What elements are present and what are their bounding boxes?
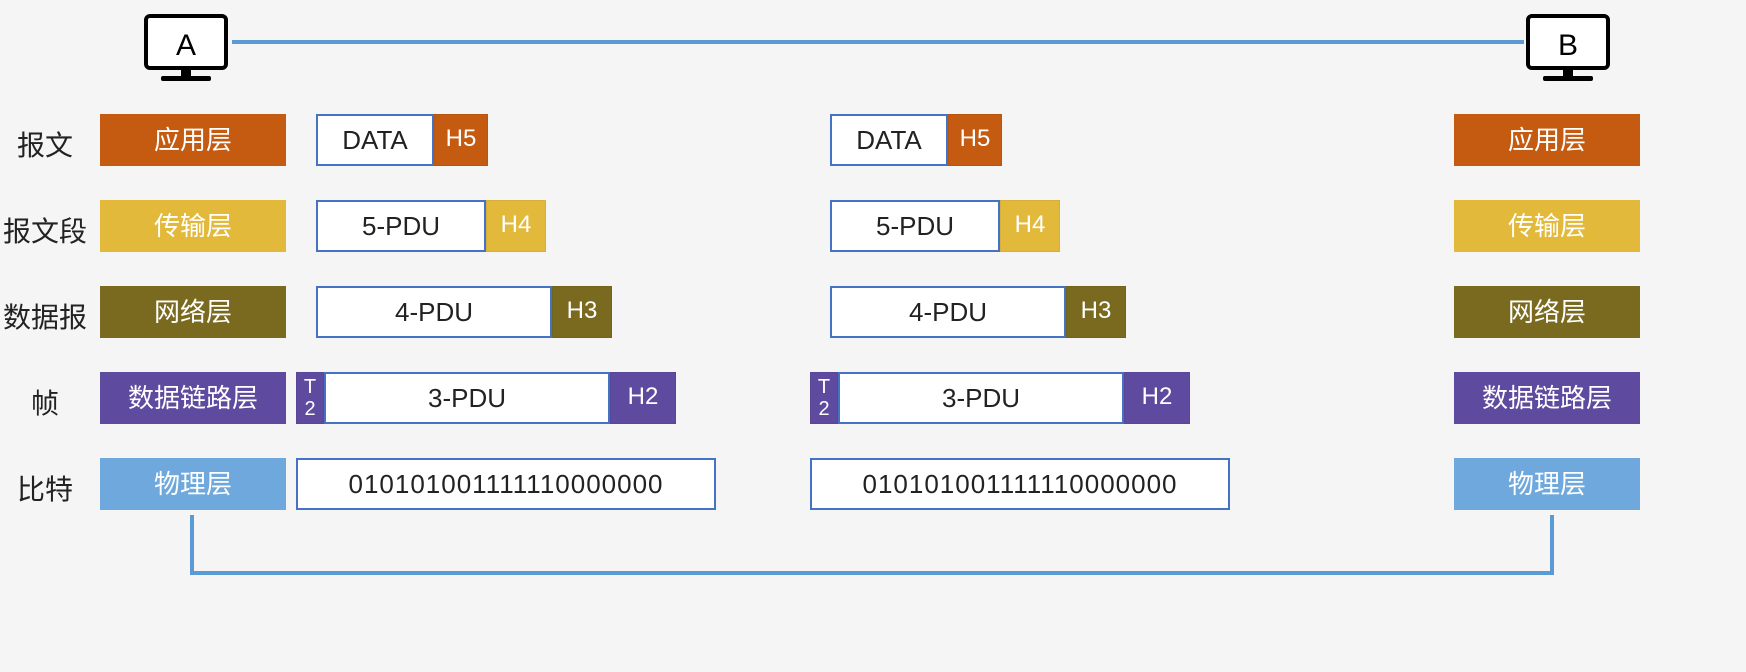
a-pdu-datalink: T 2 3-PDU H2 [296,372,676,424]
b-pdu-app-h5: H5 [948,114,1002,166]
b-pdu-h4: H4 [1000,200,1060,252]
row-label-frame: 帧 [0,382,90,422]
b-pdu-app: DATA H5 [830,114,1002,166]
row-label-datagram: 数据报 [0,296,90,336]
b-pdu-5pdu: 5-PDU [830,200,1000,252]
row-label-segment: 报文段 [0,210,90,250]
b-layer-physical: 物理层 [1454,458,1640,510]
row-label-message: 报文 [0,124,90,164]
b-pdu-t2: T 2 [810,372,838,424]
network-link-line [232,40,1524,44]
a-layer-network: 网络层 [100,286,286,338]
diagram-stage: A B 报文 报文段 数据报 帧 比特 应用层 传输层 网络层 数据链路层 物理… [0,0,1746,672]
physical-medium-line [190,515,1554,575]
b-layer-application: 应用层 [1454,114,1640,166]
a-pdu-app-data: DATA [316,114,434,166]
b-pdu-h3: H3 [1066,286,1126,338]
b-layer-datalink: 数据链路层 [1454,372,1640,424]
a-pdu-physical: 010101001111110000000 [296,458,716,510]
b-pdu-bits: 010101001111110000000 [810,458,1230,510]
a-layer-datalink: 数据链路层 [100,372,286,424]
b-pdu-app-data: DATA [830,114,948,166]
a-pdu-h4: H4 [486,200,546,252]
a-pdu-bits: 010101001111110000000 [296,458,716,510]
a-pdu-3pdu: 3-PDU [324,372,610,424]
a-pdu-h2: H2 [610,372,676,424]
host-b-label: B [1526,14,1610,70]
a-layer-transport: 传输层 [100,200,286,252]
b-pdu-physical: 010101001111110000000 [810,458,1230,510]
a-pdu-5pdu: 5-PDU [316,200,486,252]
row-label-bit: 比特 [0,468,90,508]
host-a-label: A [144,14,228,70]
a-pdu-h3: H3 [552,286,612,338]
b-pdu-4pdu: 4-PDU [830,286,1066,338]
b-pdu-h2: H2 [1124,372,1190,424]
b-layer-network: 网络层 [1454,286,1640,338]
host-b-icon: B [1526,14,1610,84]
a-pdu-app-h5: H5 [434,114,488,166]
a-pdu-transport: 5-PDU H4 [316,200,546,252]
b-pdu-datalink: T 2 3-PDU H2 [810,372,1190,424]
a-pdu-4pdu: 4-PDU [316,286,552,338]
a-pdu-app: DATA H5 [316,114,488,166]
a-layer-physical: 物理层 [100,458,286,510]
a-pdu-network: 4-PDU H3 [316,286,612,338]
b-pdu-3pdu: 3-PDU [838,372,1124,424]
a-layer-application: 应用层 [100,114,286,166]
b-pdu-network: 4-PDU H3 [830,286,1126,338]
b-layer-transport: 传输层 [1454,200,1640,252]
b-pdu-transport: 5-PDU H4 [830,200,1060,252]
a-pdu-t2: T 2 [296,372,324,424]
host-a-icon: A [144,14,228,84]
